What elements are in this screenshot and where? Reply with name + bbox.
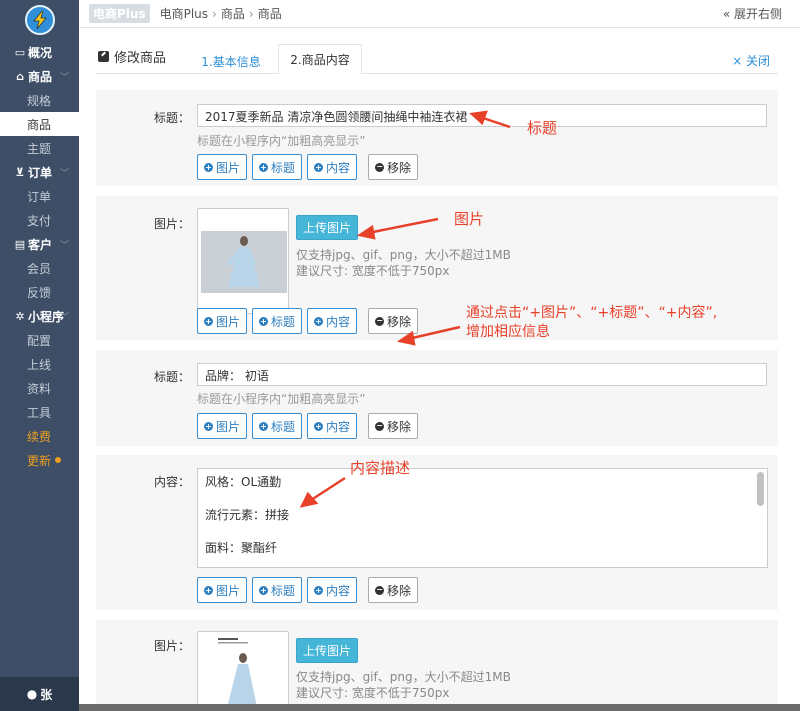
annotation-arrows [299,110,511,508]
arrow-image-icon [367,217,439,235]
arrow-add-icon [407,325,461,341]
annotation-content: 内容描述 [350,459,411,477]
annotation-add-line2: 增加相应信息 [466,324,550,340]
annotation-add-line1: 通过点击“+图片”、“+标题”、“+内容”, [466,305,718,321]
annotation-image: 图片 [454,210,485,228]
annotation-title: 标题 [527,119,558,137]
